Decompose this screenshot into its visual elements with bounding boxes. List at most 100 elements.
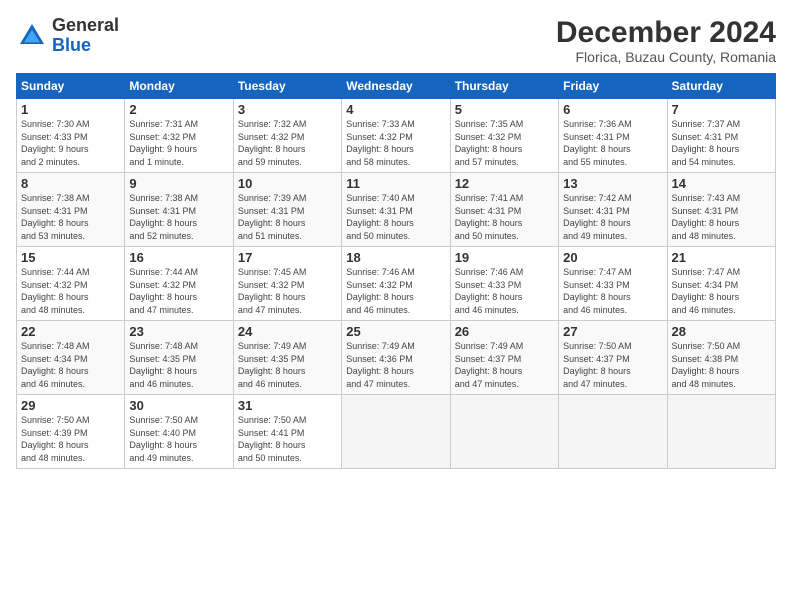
- table-row: [342, 395, 450, 469]
- day-number: 15: [21, 250, 120, 265]
- day-info: Sunrise: 7:50 AMSunset: 4:37 PMDaylight:…: [563, 341, 632, 389]
- logo-icon: [16, 20, 48, 52]
- day-info: Sunrise: 7:38 AMSunset: 4:31 PMDaylight:…: [129, 193, 198, 241]
- calendar-week-row: 8 Sunrise: 7:38 AMSunset: 4:31 PMDayligh…: [17, 173, 776, 247]
- day-number: 3: [238, 102, 337, 117]
- table-row: 30 Sunrise: 7:50 AMSunset: 4:40 PMDaylig…: [125, 395, 233, 469]
- day-number: 7: [672, 102, 771, 117]
- page: General Blue December 2024 Florica, Buza…: [0, 0, 792, 612]
- day-info: Sunrise: 7:46 AMSunset: 4:33 PMDaylight:…: [455, 267, 524, 315]
- logo: General Blue: [16, 16, 119, 56]
- calendar-header-row: Sunday Monday Tuesday Wednesday Thursday…: [17, 74, 776, 99]
- table-row: [450, 395, 558, 469]
- day-number: 25: [346, 324, 445, 339]
- calendar: Sunday Monday Tuesday Wednesday Thursday…: [16, 73, 776, 469]
- table-row: 9 Sunrise: 7:38 AMSunset: 4:31 PMDayligh…: [125, 173, 233, 247]
- table-row: [559, 395, 667, 469]
- table-row: 1 Sunrise: 7:30 AMSunset: 4:33 PMDayligh…: [17, 99, 125, 173]
- table-row: 4 Sunrise: 7:33 AMSunset: 4:32 PMDayligh…: [342, 99, 450, 173]
- table-row: [667, 395, 775, 469]
- table-row: 17 Sunrise: 7:45 AMSunset: 4:32 PMDaylig…: [233, 247, 341, 321]
- day-info: Sunrise: 7:44 AMSunset: 4:32 PMDaylight:…: [21, 267, 90, 315]
- day-info: Sunrise: 7:48 AMSunset: 4:34 PMDaylight:…: [21, 341, 90, 389]
- day-number: 2: [129, 102, 228, 117]
- day-number: 28: [672, 324, 771, 339]
- table-row: 24 Sunrise: 7:49 AMSunset: 4:35 PMDaylig…: [233, 321, 341, 395]
- day-info: Sunrise: 7:44 AMSunset: 4:32 PMDaylight:…: [129, 267, 198, 315]
- table-row: 10 Sunrise: 7:39 AMSunset: 4:31 PMDaylig…: [233, 173, 341, 247]
- logo-blue: Blue: [52, 35, 91, 55]
- day-info: Sunrise: 7:48 AMSunset: 4:35 PMDaylight:…: [129, 341, 198, 389]
- calendar-week-row: 22 Sunrise: 7:48 AMSunset: 4:34 PMDaylig…: [17, 321, 776, 395]
- day-number: 11: [346, 176, 445, 191]
- table-row: 16 Sunrise: 7:44 AMSunset: 4:32 PMDaylig…: [125, 247, 233, 321]
- day-number: 5: [455, 102, 554, 117]
- table-row: 22 Sunrise: 7:48 AMSunset: 4:34 PMDaylig…: [17, 321, 125, 395]
- day-number: 16: [129, 250, 228, 265]
- table-row: 15 Sunrise: 7:44 AMSunset: 4:32 PMDaylig…: [17, 247, 125, 321]
- calendar-week-row: 15 Sunrise: 7:44 AMSunset: 4:32 PMDaylig…: [17, 247, 776, 321]
- day-number: 12: [455, 176, 554, 191]
- day-info: Sunrise: 7:41 AMSunset: 4:31 PMDaylight:…: [455, 193, 524, 241]
- day-number: 31: [238, 398, 337, 413]
- table-row: 18 Sunrise: 7:46 AMSunset: 4:32 PMDaylig…: [342, 247, 450, 321]
- day-info: Sunrise: 7:42 AMSunset: 4:31 PMDaylight:…: [563, 193, 632, 241]
- day-info: Sunrise: 7:38 AMSunset: 4:31 PMDaylight:…: [21, 193, 90, 241]
- table-row: 27 Sunrise: 7:50 AMSunset: 4:37 PMDaylig…: [559, 321, 667, 395]
- table-row: 5 Sunrise: 7:35 AMSunset: 4:32 PMDayligh…: [450, 99, 558, 173]
- day-number: 22: [21, 324, 120, 339]
- day-info: Sunrise: 7:50 AMSunset: 4:39 PMDaylight:…: [21, 415, 90, 463]
- day-info: Sunrise: 7:49 AMSunset: 4:35 PMDaylight:…: [238, 341, 307, 389]
- day-number: 20: [563, 250, 662, 265]
- day-info: Sunrise: 7:30 AMSunset: 4:33 PMDaylight:…: [21, 119, 90, 167]
- col-monday: Monday: [125, 74, 233, 99]
- table-row: 23 Sunrise: 7:48 AMSunset: 4:35 PMDaylig…: [125, 321, 233, 395]
- day-info: Sunrise: 7:46 AMSunset: 4:32 PMDaylight:…: [346, 267, 415, 315]
- day-number: 13: [563, 176, 662, 191]
- day-number: 8: [21, 176, 120, 191]
- table-row: 14 Sunrise: 7:43 AMSunset: 4:31 PMDaylig…: [667, 173, 775, 247]
- table-row: 25 Sunrise: 7:49 AMSunset: 4:36 PMDaylig…: [342, 321, 450, 395]
- table-row: 13 Sunrise: 7:42 AMSunset: 4:31 PMDaylig…: [559, 173, 667, 247]
- day-number: 14: [672, 176, 771, 191]
- table-row: 28 Sunrise: 7:50 AMSunset: 4:38 PMDaylig…: [667, 321, 775, 395]
- day-info: Sunrise: 7:50 AMSunset: 4:38 PMDaylight:…: [672, 341, 741, 389]
- day-info: Sunrise: 7:36 AMSunset: 4:31 PMDaylight:…: [563, 119, 632, 167]
- day-info: Sunrise: 7:50 AMSunset: 4:41 PMDaylight:…: [238, 415, 307, 463]
- day-info: Sunrise: 7:45 AMSunset: 4:32 PMDaylight:…: [238, 267, 307, 315]
- table-row: 20 Sunrise: 7:47 AMSunset: 4:33 PMDaylig…: [559, 247, 667, 321]
- day-info: Sunrise: 7:43 AMSunset: 4:31 PMDaylight:…: [672, 193, 741, 241]
- col-sunday: Sunday: [17, 74, 125, 99]
- calendar-week-row: 29 Sunrise: 7:50 AMSunset: 4:39 PMDaylig…: [17, 395, 776, 469]
- day-info: Sunrise: 7:49 AMSunset: 4:37 PMDaylight:…: [455, 341, 524, 389]
- table-row: 31 Sunrise: 7:50 AMSunset: 4:41 PMDaylig…: [233, 395, 341, 469]
- main-title: December 2024: [556, 16, 776, 49]
- day-number: 18: [346, 250, 445, 265]
- table-row: 29 Sunrise: 7:50 AMSunset: 4:39 PMDaylig…: [17, 395, 125, 469]
- day-info: Sunrise: 7:33 AMSunset: 4:32 PMDaylight:…: [346, 119, 415, 167]
- day-number: 10: [238, 176, 337, 191]
- table-row: 26 Sunrise: 7:49 AMSunset: 4:37 PMDaylig…: [450, 321, 558, 395]
- table-row: 12 Sunrise: 7:41 AMSunset: 4:31 PMDaylig…: [450, 173, 558, 247]
- day-number: 30: [129, 398, 228, 413]
- table-row: 6 Sunrise: 7:36 AMSunset: 4:31 PMDayligh…: [559, 99, 667, 173]
- day-number: 19: [455, 250, 554, 265]
- table-row: 8 Sunrise: 7:38 AMSunset: 4:31 PMDayligh…: [17, 173, 125, 247]
- day-number: 23: [129, 324, 228, 339]
- col-thursday: Thursday: [450, 74, 558, 99]
- col-friday: Friday: [559, 74, 667, 99]
- day-number: 24: [238, 324, 337, 339]
- day-info: Sunrise: 7:47 AMSunset: 4:34 PMDaylight:…: [672, 267, 741, 315]
- day-info: Sunrise: 7:47 AMSunset: 4:33 PMDaylight:…: [563, 267, 632, 315]
- day-number: 4: [346, 102, 445, 117]
- logo-general: General: [52, 15, 119, 35]
- day-number: 6: [563, 102, 662, 117]
- day-info: Sunrise: 7:31 AMSunset: 4:32 PMDaylight:…: [129, 119, 198, 167]
- col-tuesday: Tuesday: [233, 74, 341, 99]
- day-info: Sunrise: 7:39 AMSunset: 4:31 PMDaylight:…: [238, 193, 307, 241]
- table-row: 19 Sunrise: 7:46 AMSunset: 4:33 PMDaylig…: [450, 247, 558, 321]
- calendar-week-row: 1 Sunrise: 7:30 AMSunset: 4:33 PMDayligh…: [17, 99, 776, 173]
- table-row: 7 Sunrise: 7:37 AMSunset: 4:31 PMDayligh…: [667, 99, 775, 173]
- table-row: 2 Sunrise: 7:31 AMSunset: 4:32 PMDayligh…: [125, 99, 233, 173]
- col-saturday: Saturday: [667, 74, 775, 99]
